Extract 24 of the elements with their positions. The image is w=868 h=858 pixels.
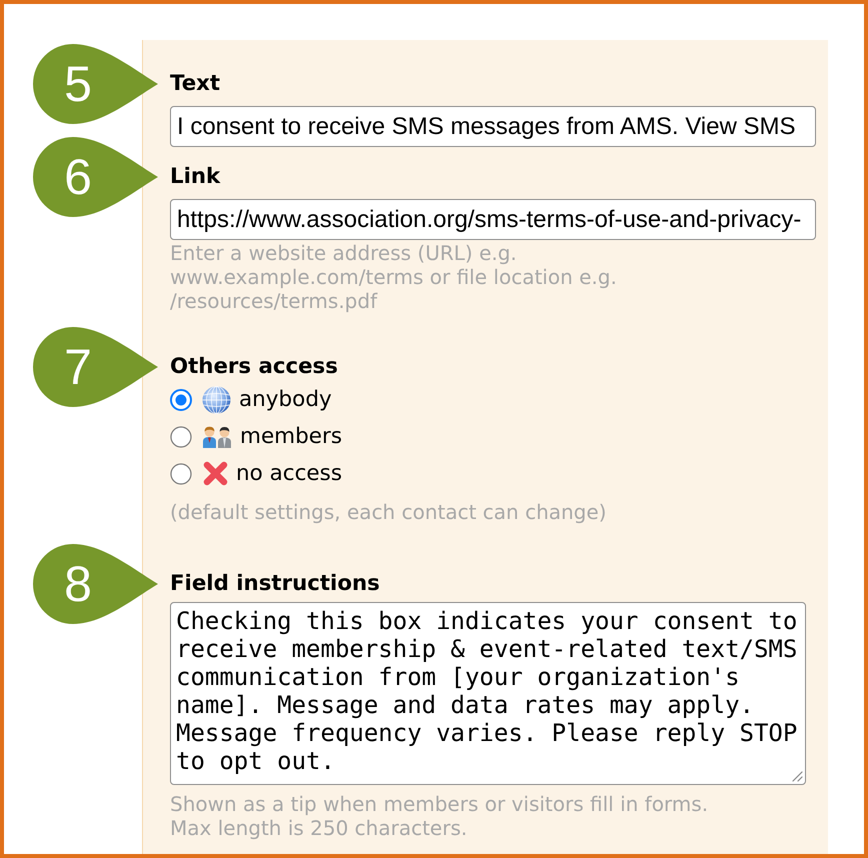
hint-text: (default settings, each contact can change) [170, 500, 608, 524]
globe-icon [202, 386, 231, 414]
option-label[interactable]: no access [236, 460, 342, 486]
option-label[interactable]: anybody [239, 386, 332, 412]
two-people-icon [202, 425, 232, 448]
option-label[interactable]: members [240, 424, 342, 450]
step-callout: 6 [33, 137, 158, 217]
step-callout: 8 [33, 544, 158, 624]
field-label: Others access [170, 355, 338, 379]
step-callout: 7 [33, 327, 158, 407]
text-input-field[interactable]: https://www.association.org/sms-terms-of-use-and-privacy- [170, 199, 816, 240]
cross-icon [203, 461, 228, 486]
radio-button[interactable] [170, 462, 192, 484]
radio-button[interactable] [170, 426, 192, 448]
step-callout: 5 [33, 44, 158, 124]
hint-text: Shown as a tip when members or visitors fill in forms. Max length is 250 characters. [170, 792, 710, 840]
field-label: Link [170, 165, 220, 189]
text-input-field[interactable]: I consent to receive SMS messages from AMS. View SMS [170, 106, 816, 147]
textarea-field[interactable]: Checking this box indicates your consent to receive membership & event-related text/SMS communication from [your organization's name]. Message and data rates may apply. Message frequency varies. Please reply STOP to opt out. [170, 602, 806, 785]
field-label: Text [170, 72, 220, 96]
resize-grip-icon[interactable] [792, 771, 803, 782]
hint-text: Enter a website address (URL) e.g. www.example.com/terms or file location e.g. /resources/terms.pdf [170, 241, 618, 313]
radio-button[interactable] [170, 388, 192, 410]
field-label: Field instructions [170, 572, 380, 596]
